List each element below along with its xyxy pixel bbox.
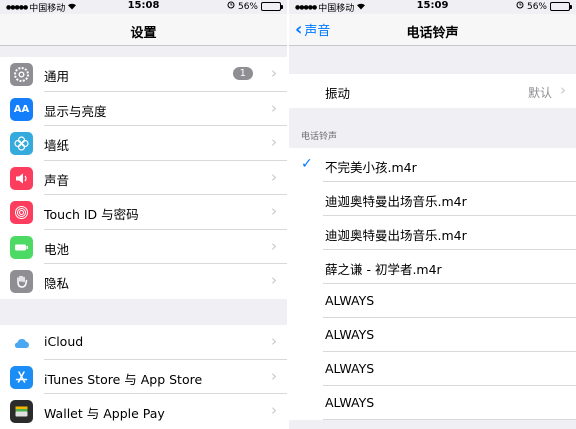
ringtone-screen: ●●●●● 中国移动 15:09 56% ‹ 声音 电话铃声 振动 默认 › 电… xyxy=(289,0,576,429)
settings-item-label: 声音 xyxy=(44,172,70,188)
ringtone-label: ALWAYS xyxy=(325,327,375,342)
chevron-right-icon: › xyxy=(271,332,277,350)
settings-item-icloud[interactable]: iCloud › xyxy=(0,325,287,360)
gear-icon xyxy=(10,63,33,86)
ringtone-item[interactable]: 薛之谦 - 初学者.m4r xyxy=(289,250,576,284)
chevron-right-icon: › xyxy=(271,64,277,82)
settings-item-label: 通用 xyxy=(44,69,70,84)
chevron-right-icon: › xyxy=(271,133,277,151)
checkmark-icon: ✓ xyxy=(301,156,313,172)
app-store-icon xyxy=(10,365,33,389)
section-header: 电话铃声 xyxy=(301,132,338,142)
chevron-right-icon: › xyxy=(271,271,277,289)
ringtone-label: ALWAYS xyxy=(325,293,375,308)
notification-badge: 1 xyxy=(232,67,253,80)
nav-bar: ‹ 声音 电话铃声 xyxy=(289,14,576,46)
settings-item-label: Wallet 与 Apple Pay xyxy=(44,406,165,421)
display-icon: AA xyxy=(10,97,33,121)
alarm-icon xyxy=(227,1,235,12)
battery-percent: 56% xyxy=(526,1,547,12)
ringtone-label: ALWAYS xyxy=(325,395,375,410)
chevron-right-icon: › xyxy=(560,81,566,99)
wallet-icon xyxy=(10,400,33,423)
ringtone-label: 薛之谦 - 初学者.m4r xyxy=(325,262,442,277)
chevron-right-icon: › xyxy=(271,98,277,117)
settings-item-touchid[interactable]: Touch ID 与密码 › xyxy=(0,195,287,230)
fingerprint-icon xyxy=(10,201,33,224)
settings-item-label: iTunes Store 与 App Store xyxy=(44,371,203,387)
hand-icon xyxy=(10,270,33,293)
page-title: 设置 xyxy=(130,26,157,41)
settings-item-label: 墙纸 xyxy=(44,138,70,153)
speaker-icon xyxy=(10,166,33,190)
settings-item-label: Touch ID 与密码 xyxy=(44,207,139,222)
vibration-row[interactable]: 振动 默认 › xyxy=(289,74,576,108)
chevron-right-icon: › xyxy=(271,401,277,419)
settings-item-general[interactable]: 通用 1 › xyxy=(0,57,287,92)
cloud-icon xyxy=(10,331,33,354)
settings-group-1: 通用 1 › AA 显示与亮度 › 墙纸 › 声音 › Touch ID 与密码… xyxy=(0,57,287,299)
ringtone-item[interactable]: 迪迦奥特曼出场音乐.m4r xyxy=(289,182,576,216)
settings-item-label: iCloud xyxy=(44,334,84,349)
chevron-right-icon: › xyxy=(271,202,277,220)
battery-icon xyxy=(550,2,572,11)
battery-icon xyxy=(10,235,33,259)
settings-item-sounds[interactable]: 声音 › xyxy=(0,161,287,195)
ringtone-item[interactable]: ALWAYS xyxy=(289,318,576,352)
ringtone-list: ✓ 不完美小孩.m4r 迪迦奥特曼出场音乐.m4r 迪迦奥特曼出场音乐.m4r … xyxy=(289,148,576,420)
settings-item-label: 显示与亮度 xyxy=(44,103,107,119)
status-bar: ●●●●● 中国移动 15:08 56% xyxy=(0,0,287,14)
ringtone-item[interactable]: ALWAYS xyxy=(289,352,576,386)
settings-item-itunes-appstore[interactable]: iTunes Store 与 App Store › xyxy=(0,360,287,394)
vibration-label: 振动 xyxy=(325,86,351,101)
settings-item-wallet[interactable]: Wallet 与 Apple Pay › xyxy=(0,394,287,429)
battery-icon xyxy=(261,2,283,11)
ringtone-item[interactable]: ✓ 不完美小孩.m4r xyxy=(289,148,576,182)
settings-item-privacy[interactable]: 隐私 › xyxy=(0,264,287,299)
settings-item-label: 电池 xyxy=(44,241,70,257)
nav-bar: 设置 xyxy=(0,14,287,46)
status-bar: ●●●●● 中国移动 15:09 56% xyxy=(289,0,576,14)
settings-screen: ●●●●● 中国移动 15:08 56% 设置 通用 1 › AA 显示与亮度 … xyxy=(0,0,287,429)
chevron-right-icon: › xyxy=(271,167,277,186)
ringtone-label: 迪迦奥特曼出场音乐.m4r xyxy=(325,228,467,243)
ringtone-label: ALWAYS xyxy=(325,361,375,376)
ringtone-label: 迪迦奥特曼出场音乐.m4r xyxy=(325,194,467,209)
ringtone-item[interactable]: 迪迦奥特曼出场音乐.m4r xyxy=(289,216,576,250)
chevron-right-icon: › xyxy=(271,236,277,255)
ringtone-item[interactable]: ALWAYS xyxy=(289,386,576,420)
alarm-icon xyxy=(516,1,524,12)
settings-item-display[interactable]: AA 显示与亮度 › xyxy=(0,92,287,126)
wallpaper-flower-icon xyxy=(10,132,33,155)
ringtone-item[interactable]: ALWAYS xyxy=(289,284,576,318)
settings-item-battery[interactable]: 电池 › xyxy=(0,230,287,264)
settings-group-2: iCloud › iTunes Store 与 App Store › Wall… xyxy=(0,325,287,429)
battery-percent: 56% xyxy=(237,1,258,12)
page-title: 电话铃声 xyxy=(406,26,459,41)
chevron-right-icon: › xyxy=(271,366,277,385)
settings-item-label: 隐私 xyxy=(44,276,70,291)
vibration-value: 默认 xyxy=(527,86,552,100)
ringtone-label: 不完美小孩.m4r xyxy=(325,160,417,175)
settings-item-wallpaper[interactable]: 墙纸 › xyxy=(0,126,287,161)
